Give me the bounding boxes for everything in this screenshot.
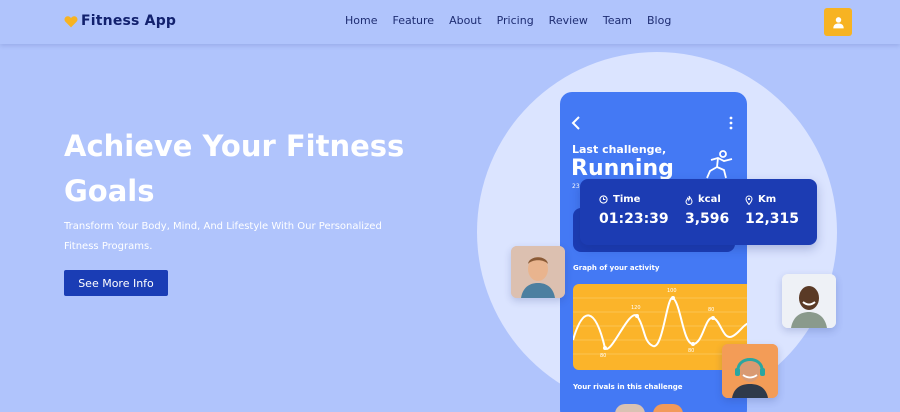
nav-link-about[interactable]: About <box>449 14 482 27</box>
user-icon <box>832 16 844 28</box>
stats-card: Time 01:23:39 kcal 3,596 Km 12,315 <box>580 179 817 245</box>
stat-kcal: kcal 3,596 <box>685 194 729 227</box>
flame-icon <box>685 195 693 205</box>
graph-point-label: 120 <box>631 305 641 311</box>
person-photo <box>722 344 778 398</box>
challenge-name: Running <box>571 156 674 181</box>
person-photo <box>511 246 565 298</box>
see-more-info-button[interactable]: See More Info <box>64 270 168 296</box>
nav-link-home[interactable]: Home <box>345 14 377 27</box>
stat-value: 01:23:39 <box>599 211 669 227</box>
back-arrow-icon[interactable] <box>571 116 581 130</box>
rival-avatar[interactable] <box>615 404 645 412</box>
challenge-date: 23 <box>572 183 580 190</box>
stat-label: Time <box>613 194 641 205</box>
stat-km: Km 12,315 <box>745 194 799 227</box>
user-avatar[interactable] <box>722 344 778 398</box>
stat-value: 12,315 <box>745 211 800 227</box>
stat-time: Time 01:23:39 <box>599 194 669 227</box>
hero-title: Achieve Your Fitness Goals <box>64 129 405 208</box>
phone-mockup: Last challenge, Running 23 Graph of your… <box>560 92 747 412</box>
challenge-label: Last challenge, <box>572 143 667 156</box>
nav-menu: Home Feature About Pricing Review Team B… <box>345 14 686 27</box>
stat-value: 3,596 <box>685 211 730 227</box>
location-pin-icon <box>745 194 753 205</box>
nav-link-blog[interactable]: Blog <box>647 14 671 27</box>
more-options-icon[interactable] <box>729 116 733 130</box>
nav-link-feature[interactable]: Feature <box>392 14 434 27</box>
nav-link-review[interactable]: Review <box>549 14 588 27</box>
graph-point-label: 100 <box>667 288 677 294</box>
heart-icon <box>64 15 78 27</box>
nav-link-team[interactable]: Team <box>603 14 632 27</box>
stat-label: kcal <box>698 194 721 205</box>
activity-graph: 80 120 100 80 80 <box>573 284 747 370</box>
user-avatar[interactable] <box>511 246 565 298</box>
graph-point-label: 80 <box>688 348 695 354</box>
top-navbar: Fitness App Home Feature About Pricing R… <box>0 0 900 44</box>
brand-logo[interactable]: Fitness App <box>64 13 176 29</box>
graph-point-label: 80 <box>600 353 607 359</box>
hero-subtitle: Transform Your Body, Mind, And Lifestyle… <box>64 221 382 252</box>
brand-name: Fitness App <box>81 13 177 29</box>
runner-icon <box>706 150 733 179</box>
clock-icon <box>599 195 608 204</box>
user-avatar[interactable] <box>782 274 836 328</box>
stat-label: Km <box>758 194 777 205</box>
person-photo <box>782 274 836 328</box>
rival-avatar[interactable] <box>653 404 683 412</box>
profile-button[interactable] <box>824 8 852 36</box>
graph-point-label: 80 <box>708 307 715 313</box>
nav-link-pricing[interactable]: Pricing <box>497 14 534 27</box>
rivals-label: Your rivals in this challenge <box>573 383 683 391</box>
graph-label: Graph of your activity <box>573 264 660 272</box>
